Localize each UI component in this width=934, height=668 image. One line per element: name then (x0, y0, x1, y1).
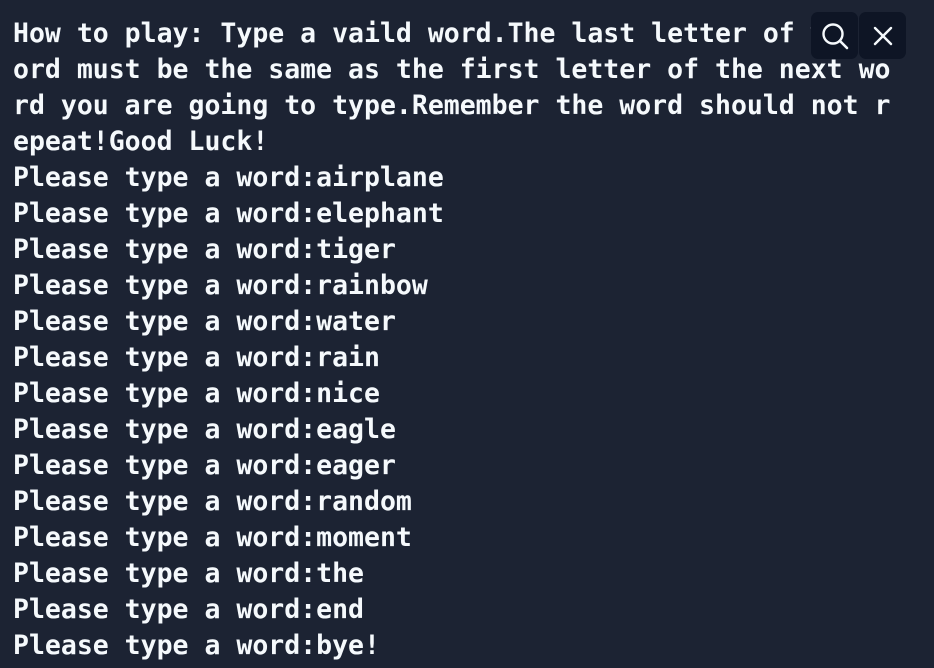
console-line: Please type a word:elephant (13, 198, 444, 229)
console-line: Please type a word:rain (13, 342, 380, 373)
console-line: Please type a word:moment (13, 522, 412, 553)
close-button[interactable] (859, 12, 906, 59)
console-line: Please type a word:bye! (13, 630, 380, 661)
console-line: Please type a word:tiger (13, 234, 396, 265)
console-line: Please type a word:rainbow (13, 270, 428, 301)
console-line: Please type a word:water (13, 306, 396, 337)
search-icon (821, 22, 848, 49)
console-line: Please type a word:nice (13, 378, 380, 409)
search-button[interactable] (811, 12, 858, 59)
console-line: Please type a word:airplane (13, 162, 444, 193)
console-line: rd you are going to type.Remember the wo… (13, 90, 891, 121)
console-line: Please type a word:eagle (13, 414, 396, 445)
close-icon (873, 26, 892, 45)
console-toolbar (811, 12, 906, 59)
console-output: How to play: Type a vaild word.The last … (0, 0, 934, 668)
console-line: ord must be the same as the first letter… (13, 54, 891, 85)
console-line: Please type a word:random (13, 486, 412, 517)
console-line: Please type a word:eager (13, 450, 396, 481)
console-line: epeat!Good Luck! (13, 126, 269, 157)
console-line: Please type a word:end (13, 594, 364, 625)
console-line: How to play: Type a vaild word.The last … (13, 18, 827, 49)
console-line: Please type a word:the (13, 558, 364, 589)
